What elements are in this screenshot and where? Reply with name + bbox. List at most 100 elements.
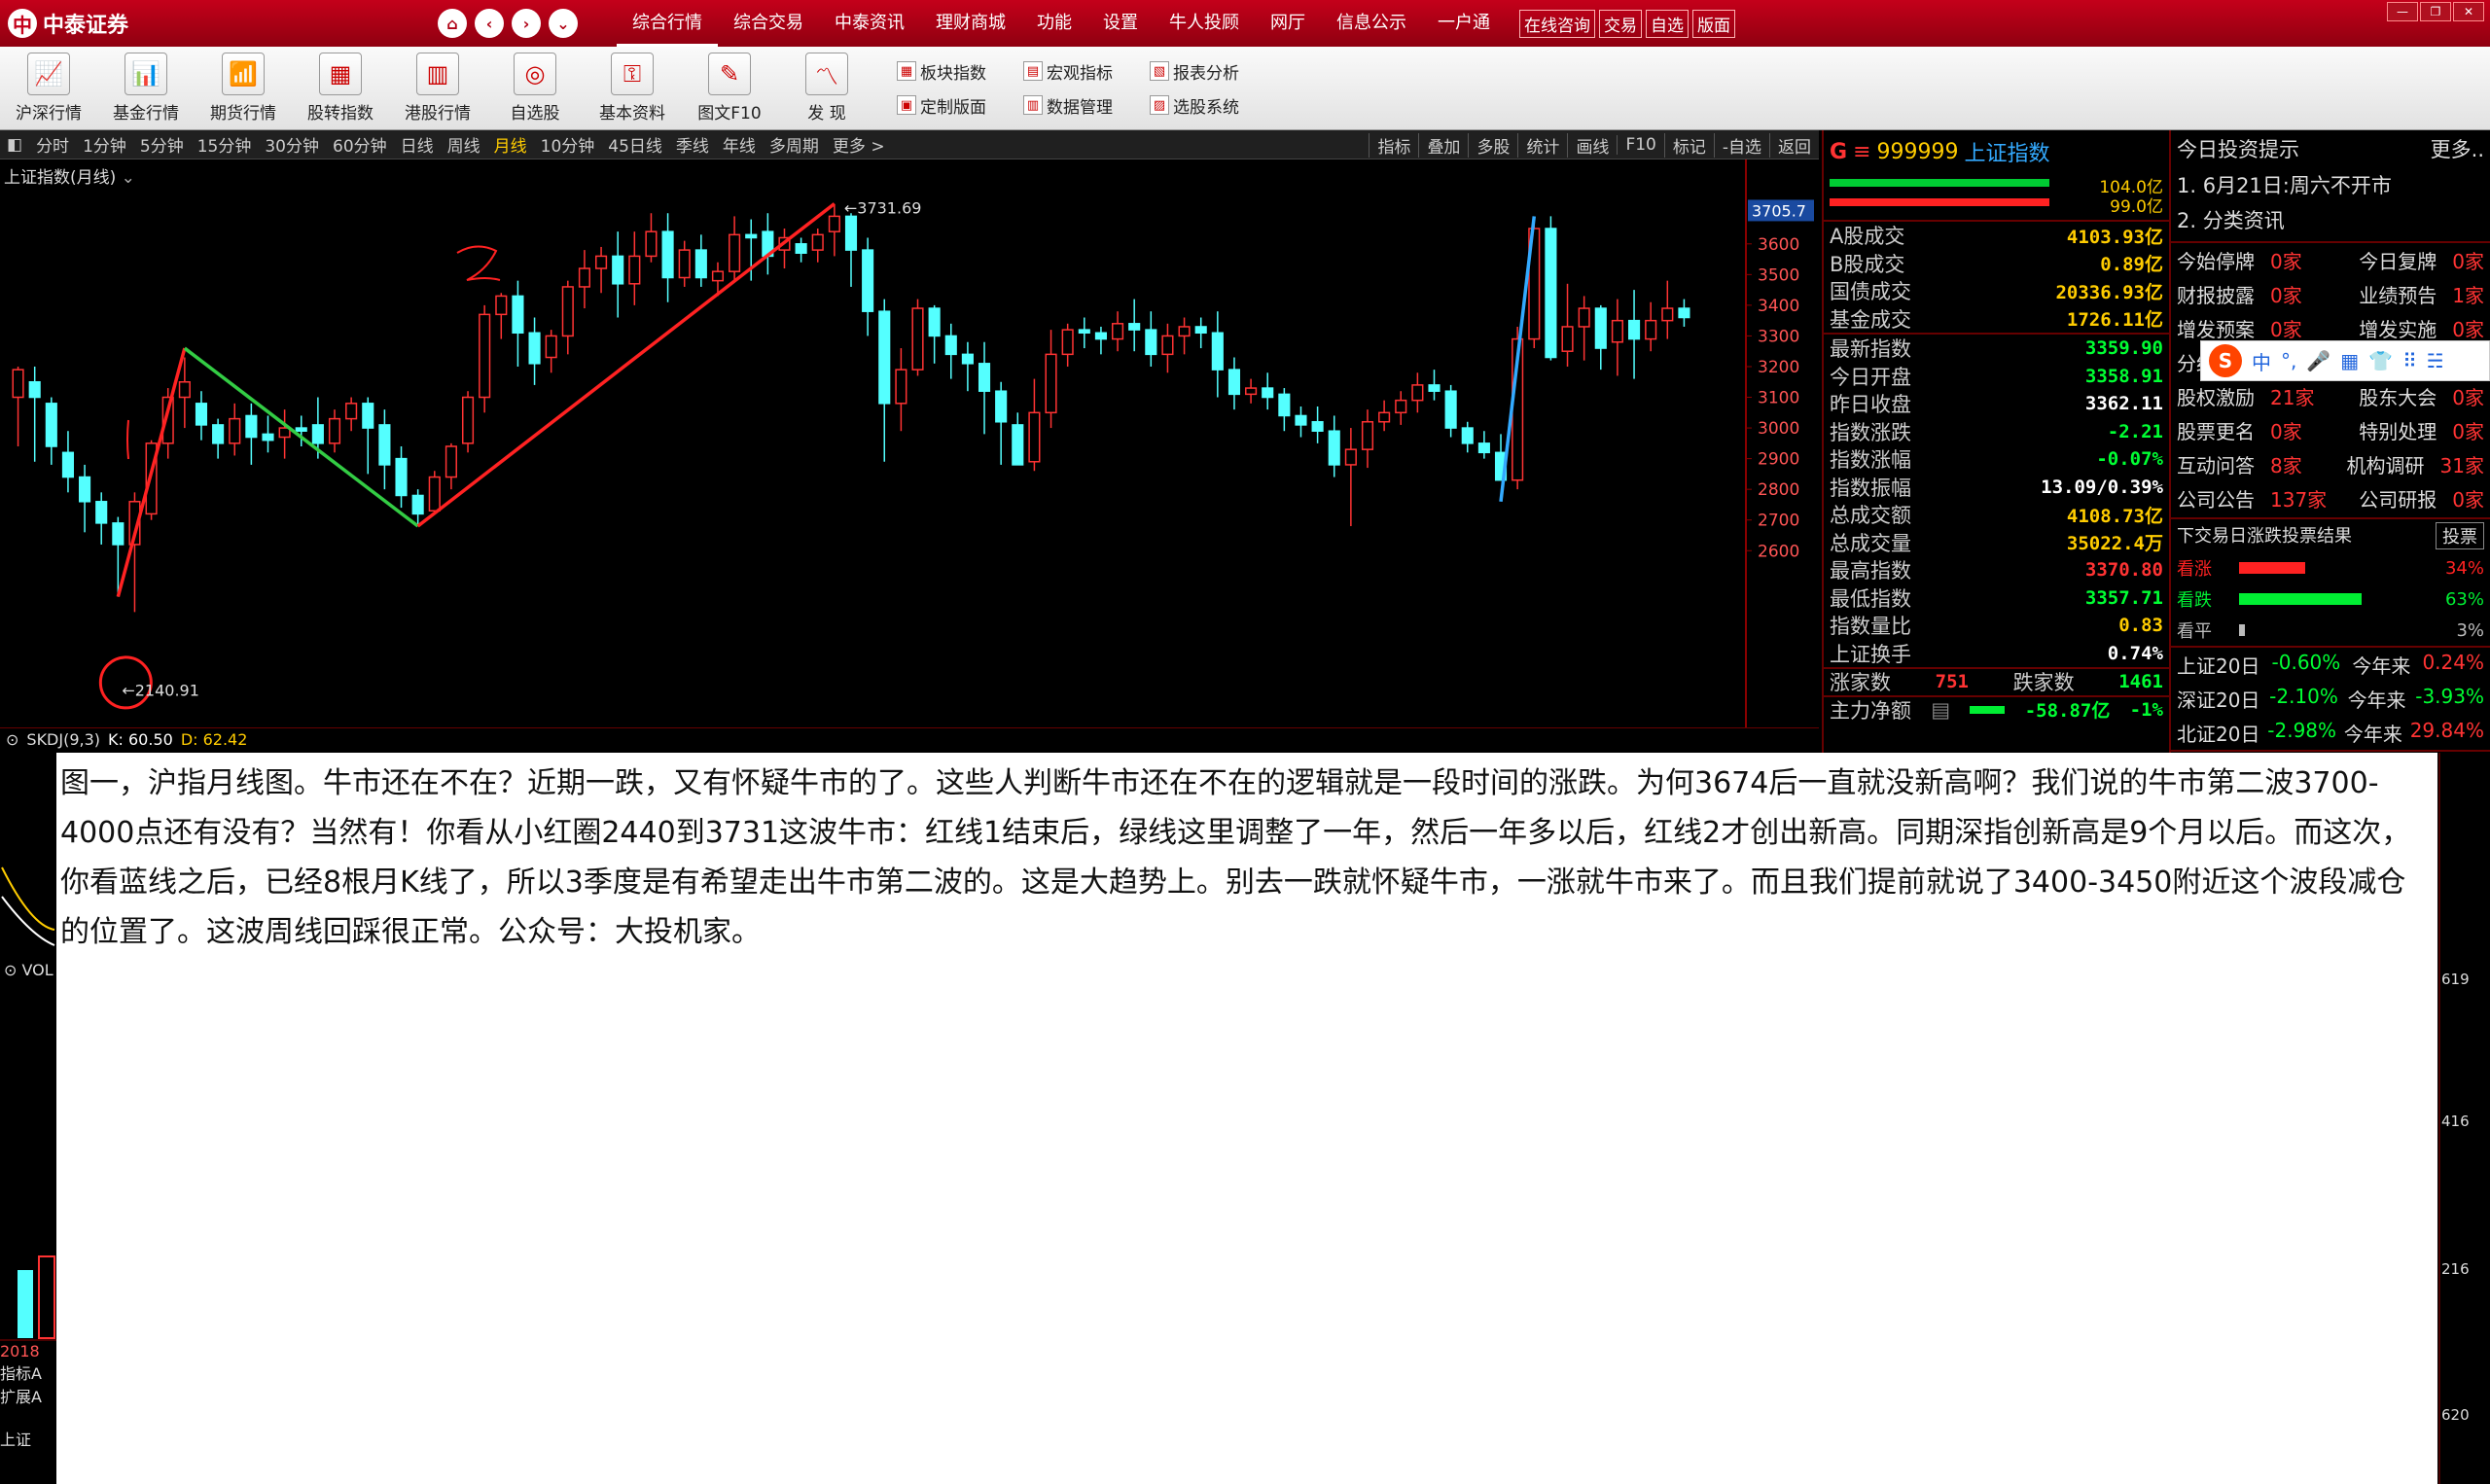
ime-punct-icon[interactable]: °, bbox=[2281, 349, 2296, 372]
data-manage-button[interactable]: ▥ 数据管理 bbox=[1023, 93, 1150, 118]
chart-tool-button[interactable]: F10 bbox=[1617, 135, 1663, 155]
period-tab[interactable]: 30分钟 bbox=[258, 132, 326, 157]
indicator-tab[interactable]: 指标A bbox=[0, 1360, 58, 1384]
collapse-icon[interactable]: ⊙ bbox=[6, 730, 18, 749]
watchlist-button[interactable]: 自选 bbox=[1646, 9, 1689, 38]
tb-hk-market[interactable]: ▥ 港股行情 bbox=[389, 53, 486, 124]
menu-item-news[interactable]: 中泰资讯 bbox=[819, 0, 920, 47]
quote-row: 指数量比 0.83 bbox=[1824, 612, 2169, 640]
period-tab[interactable]: 45日线 bbox=[601, 132, 669, 157]
close-icon[interactable]: ✕ bbox=[2453, 2, 2484, 21]
menu-item-hall[interactable]: 网厅 bbox=[1255, 0, 1321, 47]
stock-picker-button[interactable]: ▨ 选股系统 bbox=[1150, 93, 1286, 118]
menu-item-advisor[interactable]: 牛人投顾 bbox=[1154, 0, 1255, 47]
microphone-icon[interactable]: 🎤 bbox=[2306, 349, 2330, 372]
custom-layout-button[interactable]: ▣ 定制版面 bbox=[897, 93, 1023, 118]
chart-tool-button[interactable]: 指标 bbox=[1369, 132, 1418, 158]
dropdown-icon[interactable]: ⌄ bbox=[549, 9, 578, 38]
index-tab[interactable]: 上证 bbox=[0, 1427, 58, 1450]
menu-item-trade[interactable]: 综合交易 bbox=[718, 0, 819, 47]
menu-item-account[interactable]: 一户通 bbox=[1422, 0, 1506, 47]
chart-tool-button[interactable]: 标记 bbox=[1663, 132, 1714, 158]
chart-tool-button[interactable]: 返回 bbox=[1769, 132, 1819, 158]
performance-rows: 上证20日 -0.60% 今年来 0.24% 深证20日 -2.10% 今年来 -3.93% 北… bbox=[2171, 646, 2490, 750]
tb-f10[interactable]: ✎ 图文F10 bbox=[681, 53, 778, 124]
stat-row[interactable]: 财报披露 0家 业绩预告 1家 bbox=[2171, 277, 2490, 311]
period-tab[interactable]: 年线 bbox=[716, 132, 763, 157]
home-icon[interactable]: ⌂ bbox=[438, 9, 467, 38]
layout-button[interactable]: 版面 bbox=[1692, 9, 1735, 38]
menu-item-market[interactable]: 综合行情 bbox=[617, 0, 718, 47]
period-tab[interactable]: 15分钟 bbox=[191, 132, 259, 157]
tb-transfer-index[interactable]: ▦ 股转指数 bbox=[292, 53, 389, 124]
list-icon[interactable]: ▤ bbox=[1931, 698, 1950, 722]
period-tab[interactable]: 10分钟 bbox=[534, 132, 602, 157]
news-line[interactable]: 2. 分类资讯 bbox=[2171, 202, 2490, 237]
report-analysis-button[interactable]: ▧ 报表分析 bbox=[1150, 59, 1286, 84]
online-consult-button[interactable]: 在线咨询 bbox=[1519, 9, 1595, 38]
chart-tool-button[interactable]: 叠加 bbox=[1418, 132, 1468, 158]
period-tab[interactable]: 5分钟 bbox=[133, 132, 191, 157]
news-line[interactable]: 1. 6月21日:周六不开市 bbox=[2171, 167, 2490, 202]
panel-toggle-icon[interactable]: ◧ bbox=[0, 135, 29, 155]
period-tab[interactable]: 日线 bbox=[394, 132, 441, 157]
stat-label: 今始停牌 bbox=[2177, 250, 2255, 273]
quote-label: A股成交 bbox=[1830, 225, 1905, 249]
period-tab[interactable]: 分时 bbox=[29, 132, 76, 157]
stat-row[interactable]: 互动问答 8家 机构调研 31家 bbox=[2171, 447, 2490, 481]
stat-row[interactable]: 股票更名 0家 特别处理 0家 bbox=[2171, 413, 2490, 447]
menu-item-settings[interactable]: 设置 bbox=[1087, 0, 1154, 47]
forward-icon[interactable]: › bbox=[512, 9, 541, 38]
period-bar: ◧ 分时 1分钟 5分钟 15分钟 30分钟 60分钟 日线 周线 月线 10分钟 45日线 季线 年线… bbox=[0, 130, 1819, 159]
macro-indicator-button[interactable]: ▤ 宏观指标 bbox=[1023, 59, 1150, 84]
menu-item-function[interactable]: 功能 bbox=[1021, 0, 1087, 47]
y-tick-label: 3500 bbox=[1758, 265, 1799, 285]
candle-body bbox=[195, 403, 208, 426]
stat-row[interactable]: 今始停牌 0家 今日复牌 0家 bbox=[2171, 243, 2490, 277]
skin-icon[interactable]: 👕 bbox=[2368, 349, 2393, 372]
tb-basic-info[interactable]: ⚿ 基本资料 bbox=[584, 53, 681, 124]
menu-item-disclosure[interactable]: 信息公示 bbox=[1321, 0, 1422, 47]
vote-button[interactable]: 投票 bbox=[2436, 522, 2484, 549]
chart-tool-button[interactable]: 统计 bbox=[1517, 132, 1567, 158]
period-tab[interactable]: 多周期 bbox=[763, 132, 826, 157]
tools-icon[interactable]: ☵ bbox=[2427, 349, 2444, 372]
period-tab[interactable]: 月线 bbox=[487, 132, 534, 157]
minimize-icon[interactable]: — bbox=[2387, 2, 2418, 21]
stat-cell: 业绩预告 1家 bbox=[2359, 280, 2484, 308]
tb-sh-sz-market[interactable]: 📈 沪深行情 bbox=[0, 53, 97, 124]
tb-futures-market[interactable]: 📶 期货行情 bbox=[195, 53, 292, 124]
tb-discover[interactable]: 〽发 现 bbox=[778, 53, 875, 124]
ime-chinese-icon[interactable]: 中 bbox=[2252, 347, 2271, 375]
quote-label: 总成交额 bbox=[1830, 504, 1911, 528]
stat-row[interactable]: 公司公告 137家 公司研报 0家 bbox=[2171, 481, 2490, 515]
tb-fund-market[interactable]: 📊 基金行情 bbox=[97, 53, 195, 124]
ime-toolbar[interactable]: S 中 °, 🎤 ▦ 👕 ⠿ ☵ bbox=[2200, 340, 2490, 381]
kline-chart[interactable]: 上证指数(月线) ⌄ 2600 2700 2800 2900 3000 3100 3200 3… bbox=[0, 159, 1819, 727]
chart-tool-button[interactable]: 画线 bbox=[1567, 132, 1617, 158]
chart-tool-button[interactable]: 多股 bbox=[1468, 132, 1517, 158]
tb-watchlist[interactable]: ◎ 自选股 bbox=[486, 53, 584, 124]
period-tab[interactable]: 更多 > bbox=[826, 132, 892, 157]
apps-icon[interactable]: ⠿ bbox=[2402, 349, 2417, 372]
y-tick-label: 3300 bbox=[1758, 327, 1799, 346]
candle-body bbox=[1078, 329, 1090, 335]
chart-tool-button[interactable]: -自选 bbox=[1713, 132, 1769, 158]
candle-body bbox=[28, 381, 41, 399]
keyboard-icon[interactable]: ▦ bbox=[2340, 349, 2359, 372]
menu-icon[interactable]: ≡ bbox=[1853, 140, 1870, 164]
stat-label: 增发预案 bbox=[2177, 318, 2255, 341]
period-tab[interactable]: 周线 bbox=[441, 132, 487, 157]
restore-icon[interactable]: ❐ bbox=[2420, 2, 2451, 21]
extend-tab[interactable]: 扩展A bbox=[0, 1384, 58, 1407]
back-icon[interactable]: ‹ bbox=[475, 9, 504, 38]
trade-button[interactable]: 交易 bbox=[1599, 9, 1642, 38]
news-more-link[interactable]: 更多.. bbox=[2431, 134, 2484, 163]
stat-row[interactable]: 股权激励 21家 股东大会 0家 bbox=[2171, 379, 2490, 413]
menu-item-mall[interactable]: 理财商城 bbox=[920, 0, 1021, 47]
period-tab[interactable]: 1分钟 bbox=[76, 132, 133, 157]
period-tab[interactable]: 60分钟 bbox=[326, 132, 394, 157]
quote-label: B股成交 bbox=[1830, 252, 1905, 276]
period-tab[interactable]: 季线 bbox=[669, 132, 716, 157]
sector-index-button[interactable]: ▦ 板块指数 bbox=[897, 59, 1023, 84]
